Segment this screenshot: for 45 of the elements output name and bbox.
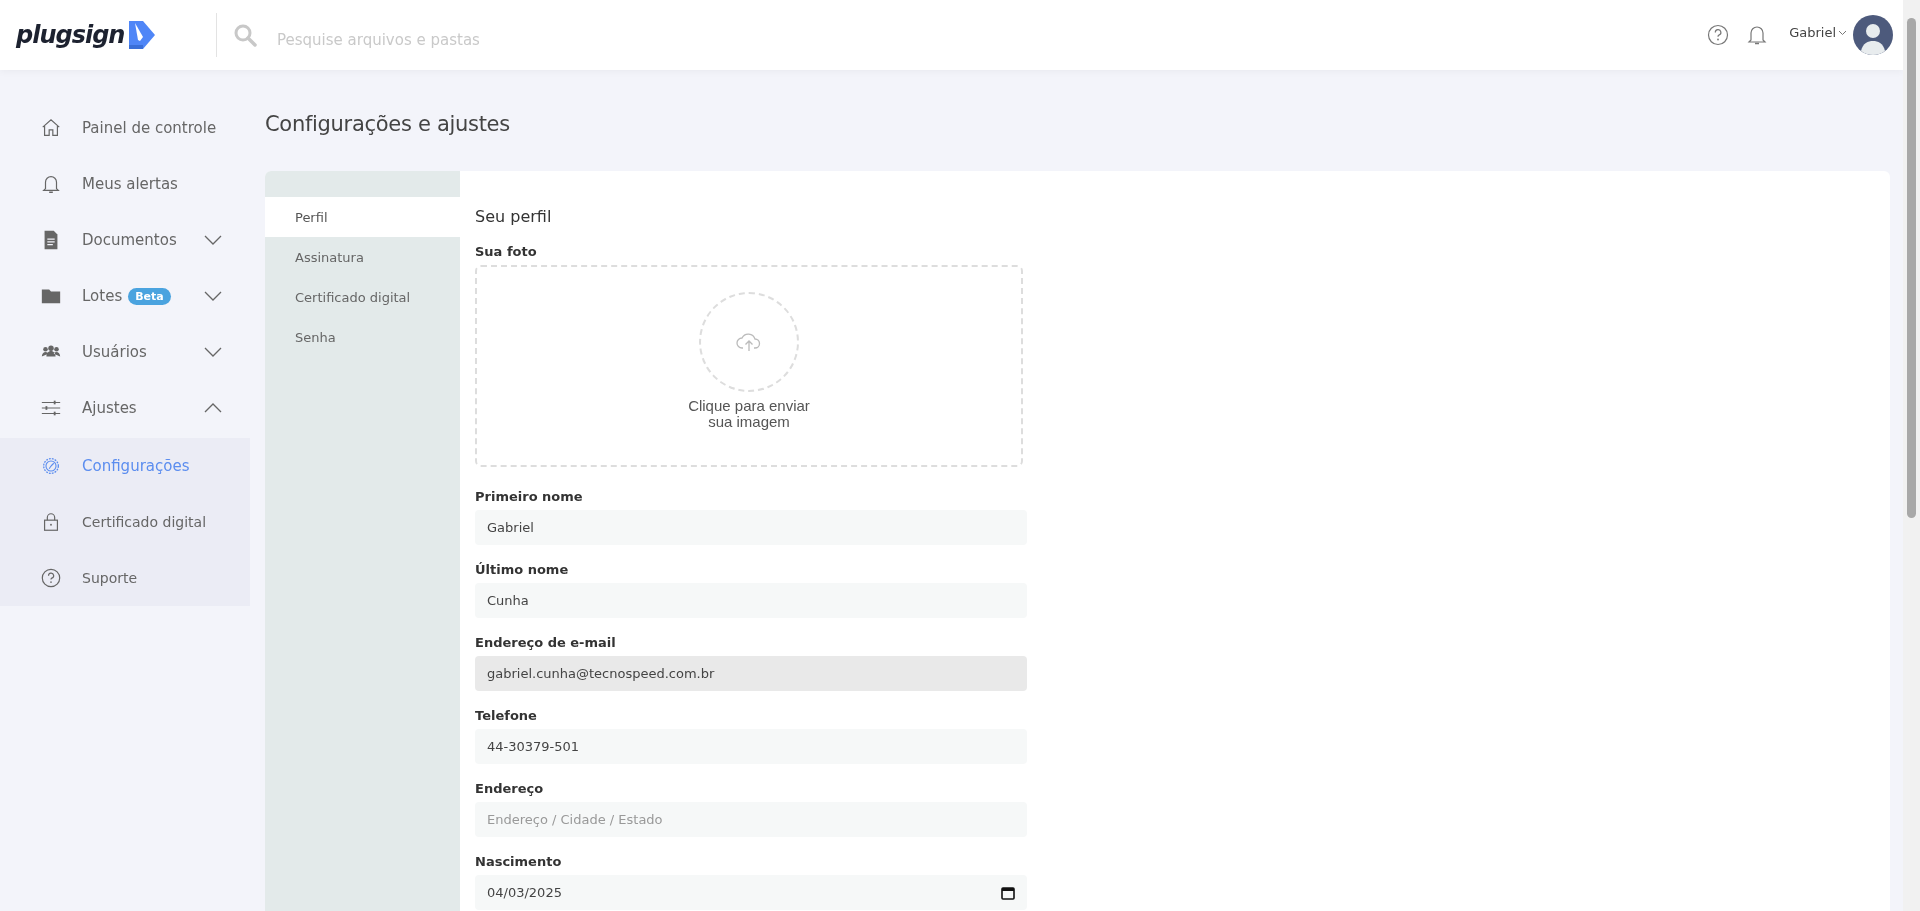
bell-icon xyxy=(40,173,62,195)
logo-text[interactable]: plugsign xyxy=(16,21,125,49)
search-icon xyxy=(233,23,257,47)
sidebar-item[interactable]: Certificado digital xyxy=(0,494,250,550)
field-label: Endereço de e-mail xyxy=(475,635,617,650)
field-label: Endereço xyxy=(475,781,545,796)
home-icon xyxy=(40,117,62,139)
date-field[interactable]: 04/03/2025 xyxy=(475,875,1027,910)
upload-text: Clique para enviar sua imagem xyxy=(687,398,811,430)
page-title: Configurações e ajustes xyxy=(265,112,511,136)
field-label: Sua foto xyxy=(475,244,538,259)
help-icon xyxy=(40,567,62,589)
cloud-upload-icon xyxy=(736,332,762,353)
field-label: Primeiro nome xyxy=(475,489,584,504)
field-label: Último nome xyxy=(475,562,570,577)
pen-logo-icon[interactable] xyxy=(127,19,158,51)
settings-tab[interactable]: Assinatura xyxy=(265,237,460,277)
photo-upload-area[interactable]: Clique para enviar sua imagem xyxy=(475,265,1023,467)
scrollbar[interactable] xyxy=(1903,0,1920,911)
settings-tab[interactable]: Certificado digital xyxy=(265,277,460,317)
sidebar-item[interactable]: Suporte xyxy=(0,550,250,606)
chevron-down-icon xyxy=(1838,29,1847,36)
avatar-icon[interactable] xyxy=(1853,15,1893,55)
gear-icon xyxy=(40,455,62,477)
calendar-icon[interactable] xyxy=(1001,886,1015,900)
field-label: Telefone xyxy=(475,708,538,723)
sidebar-item[interactable]: Ajustes xyxy=(0,380,250,436)
input-field[interactable]: Gabriel xyxy=(475,510,1027,545)
user-menu[interactable]: Gabriel xyxy=(1789,25,1847,40)
input-field[interactable]: Endereço / Cidade / Estado xyxy=(475,802,1027,837)
sidebar-item[interactable]: Usuários xyxy=(0,324,250,380)
settings-tab[interactable]: Senha xyxy=(265,317,460,357)
help-icon[interactable] xyxy=(1707,24,1730,46)
sidebar-item[interactable]: Documentos xyxy=(0,212,250,268)
input-field[interactable]: 44-30379-501 xyxy=(475,729,1027,764)
field-label: Nascimento xyxy=(475,854,563,869)
section-title: Seu perfil xyxy=(475,207,553,226)
beta-badge: Beta xyxy=(128,287,171,305)
bell-icon[interactable] xyxy=(1747,24,1768,46)
settings-tab[interactable]: Perfil xyxy=(265,197,460,237)
input-field[interactable]: Cunha xyxy=(475,583,1027,618)
sidebar-item[interactable]: Meus alertas xyxy=(0,156,250,212)
sidebar-item[interactable]: Painel de controle xyxy=(0,100,250,156)
sidebar-item[interactable]: Configurações xyxy=(0,438,250,494)
sidebar-item[interactable]: Lotes Beta xyxy=(0,268,250,324)
